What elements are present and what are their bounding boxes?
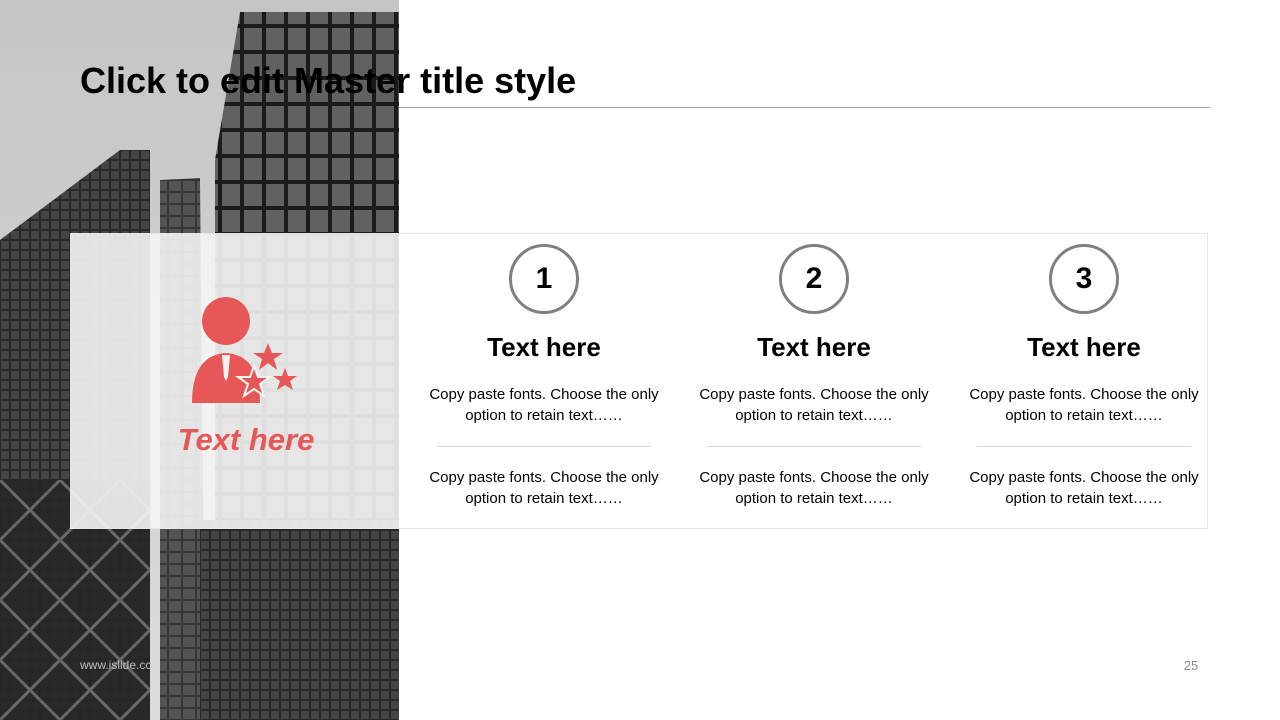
- number-circle: 2: [779, 244, 849, 314]
- column-text-bottom: Copy paste fonts. Choose the only option…: [969, 469, 1199, 507]
- number-circle: 1: [509, 244, 579, 314]
- column-3: 3 Text here Copy paste fonts. Choose the…: [964, 244, 1204, 509]
- left-label: Text here: [177, 422, 315, 457]
- column-heading: Text here: [1027, 332, 1141, 362]
- column-divider: [437, 446, 651, 447]
- column-1: 1 Text here Copy paste fonts. Choose the…: [424, 244, 664, 509]
- column-text-top: Copy paste fonts. Choose the only option…: [969, 386, 1199, 424]
- column-heading: Text here: [487, 332, 601, 362]
- column-heading: Text here: [757, 332, 871, 362]
- page-number: 25: [1183, 658, 1199, 673]
- column-divider: [977, 446, 1191, 447]
- number-circle: 3: [1049, 244, 1119, 314]
- column-text-top: Copy paste fonts. Choose the only option…: [429, 386, 659, 424]
- column-divider: [707, 446, 921, 447]
- column-2: 2 Text here Copy paste fonts. Choose the…: [694, 244, 934, 509]
- footer-url: www.islide.cc: [80, 658, 152, 672]
- slide-title: Click to edit Master title style: [80, 60, 577, 101]
- column-text-bottom: Copy paste fonts. Choose the only option…: [699, 469, 929, 507]
- person-with-stars-icon: [186, 293, 304, 408]
- column-text-top: Copy paste fonts. Choose the only option…: [699, 386, 929, 424]
- title-divider: [399, 107, 1210, 108]
- column-text-bottom: Copy paste fonts. Choose the only option…: [429, 469, 659, 507]
